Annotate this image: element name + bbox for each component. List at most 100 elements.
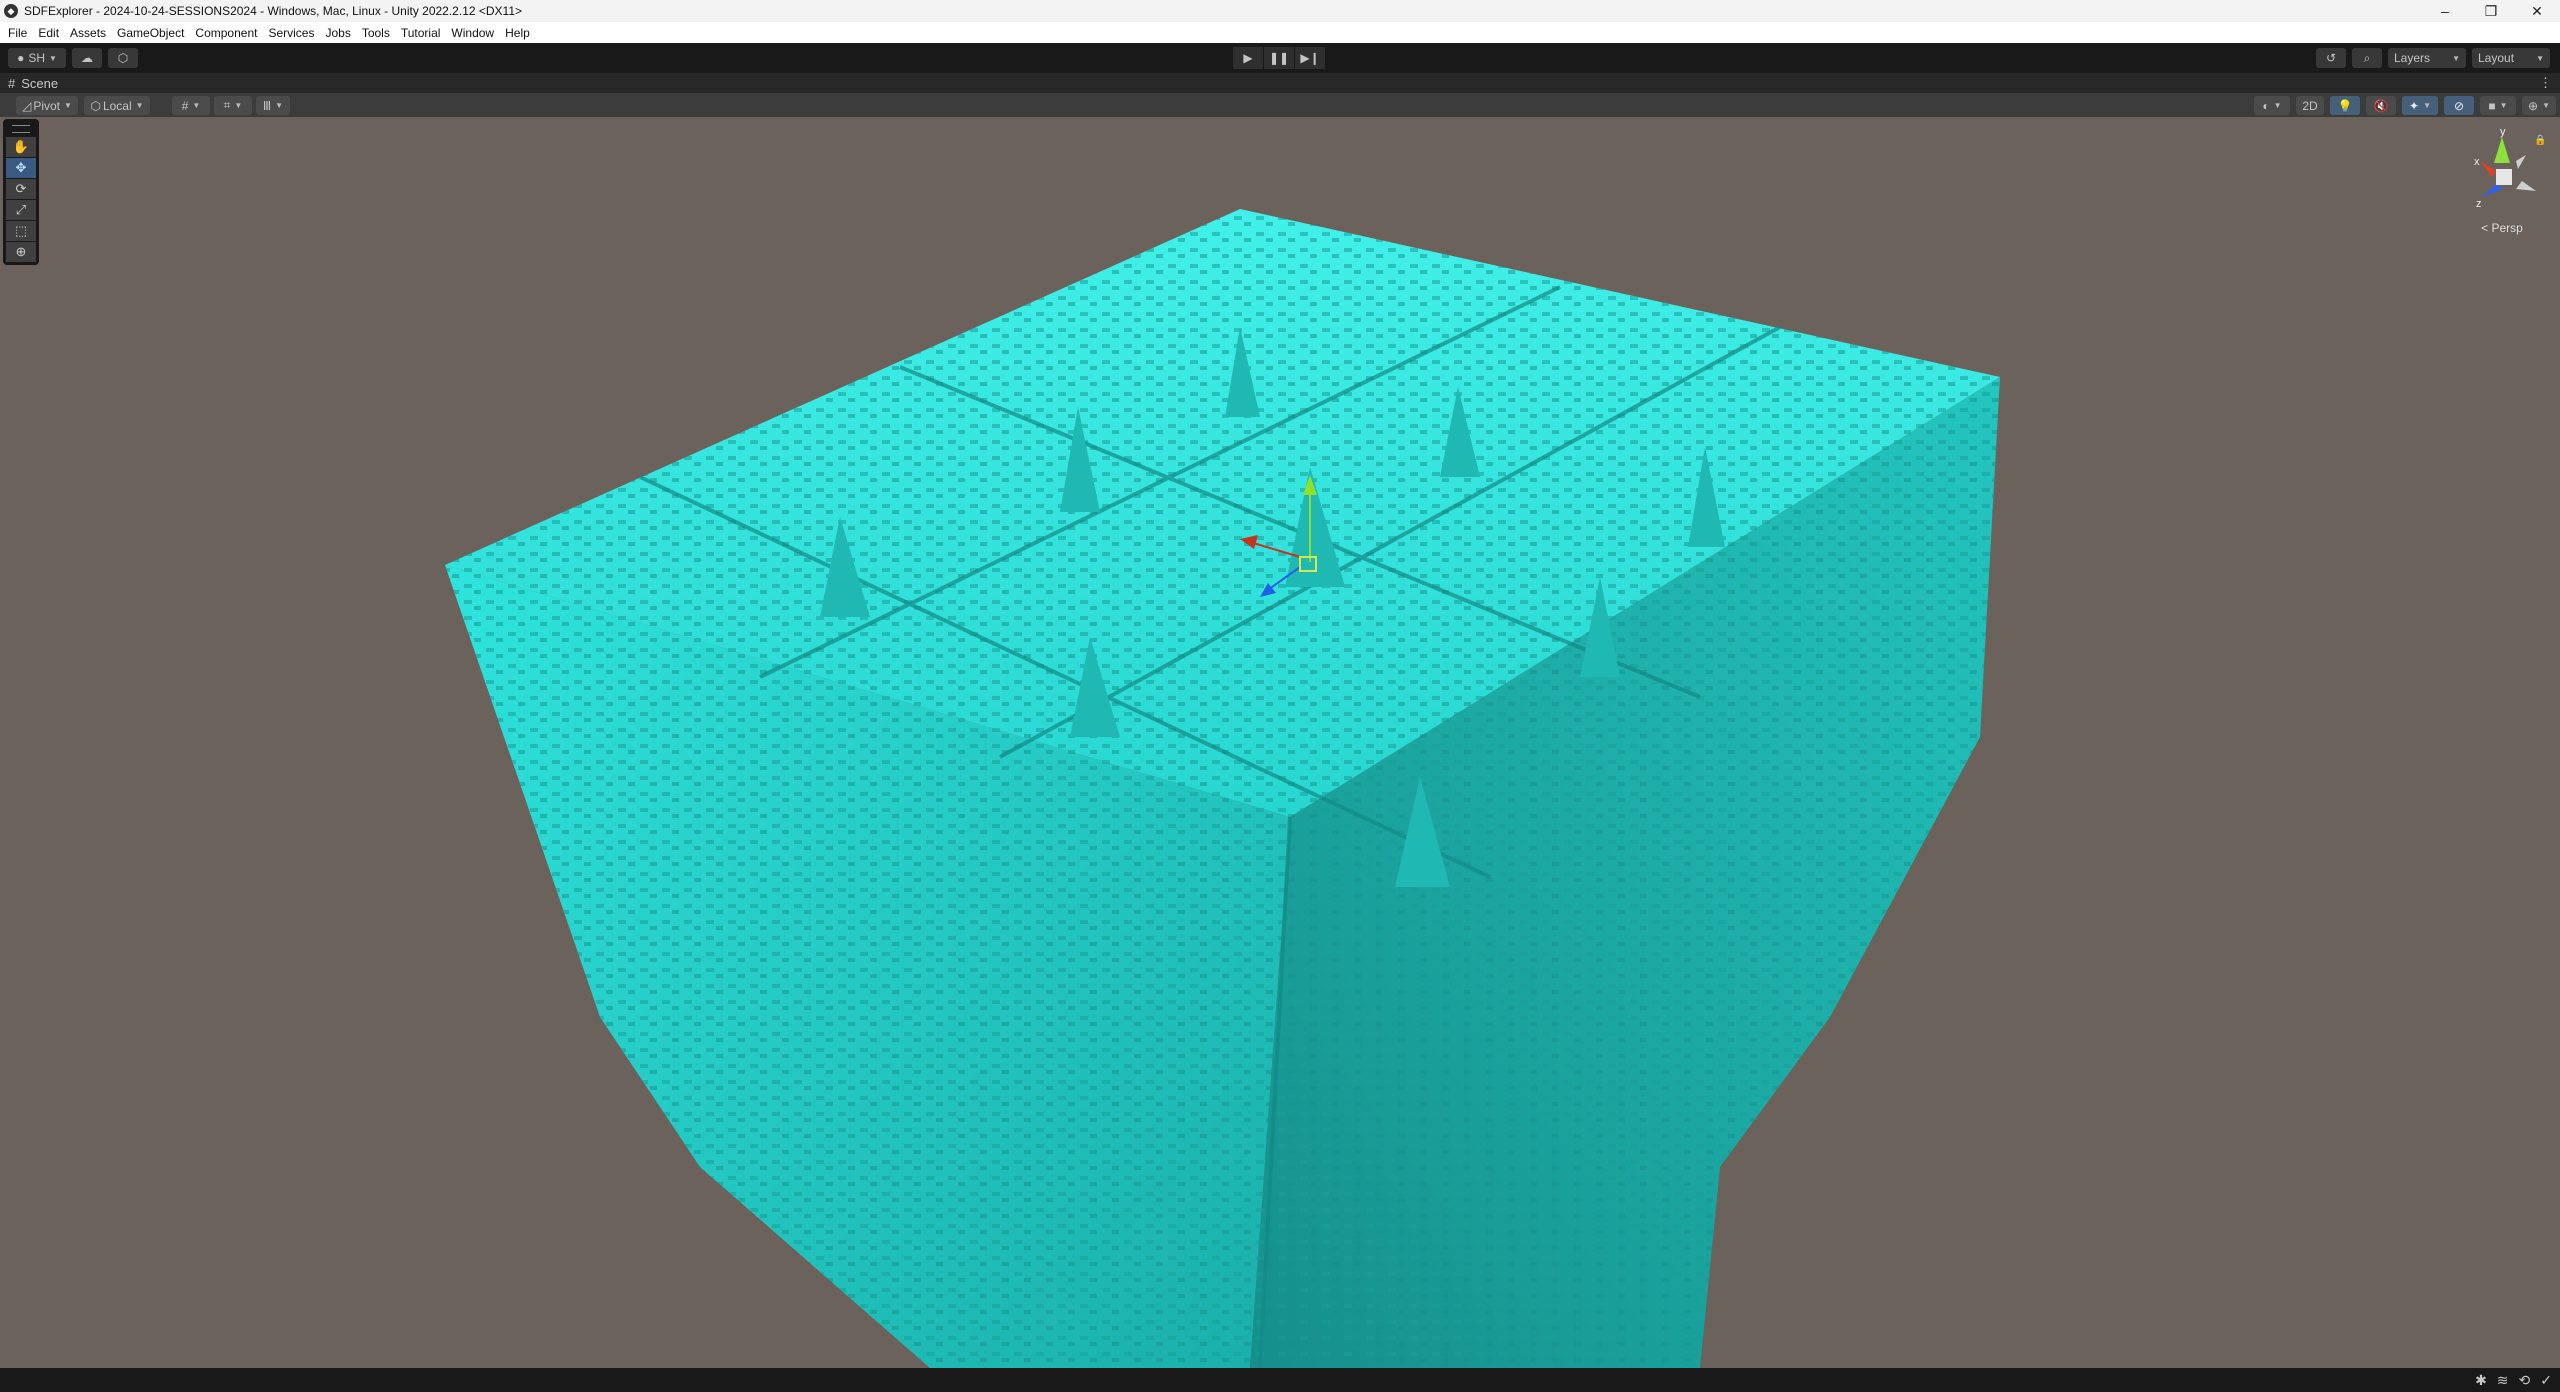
layers-label: Layers bbox=[2394, 51, 2431, 65]
gizmo-z-label: z bbox=[2476, 198, 2482, 210]
scale-icon: ⤢ bbox=[15, 202, 27, 217]
pivot-dropdown[interactable]: ◿ Pivot ▼ bbox=[16, 96, 78, 115]
draw-mode-dropdown[interactable]: ◐ ▼ bbox=[2254, 96, 2290, 115]
scene-viewport[interactable] bbox=[0, 117, 2560, 1368]
projection-toggle[interactable]: < Persp bbox=[2452, 221, 2552, 235]
scene-tab[interactable]: # Scene ⋮ bbox=[0, 73, 2560, 93]
gizmo-neg-z-cone[interactable] bbox=[2516, 155, 2526, 169]
move-icon: ✥ bbox=[15, 160, 27, 175]
menu-assets[interactable]: Assets bbox=[66, 26, 113, 40]
menu-tutorial[interactable]: Tutorial bbox=[397, 26, 448, 40]
gizmo-y-cone[interactable] bbox=[2494, 137, 2510, 163]
chevron-down-icon: ▼ bbox=[2273, 101, 2282, 110]
search-button[interactable]: ⌕ bbox=[2352, 48, 2382, 68]
chevron-down-icon: ▼ bbox=[2536, 53, 2544, 63]
effects-icon: ✦ bbox=[2409, 98, 2420, 113]
play-icon: ▶ bbox=[1243, 51, 1253, 65]
rotate-tool[interactable]: ⟳ bbox=[6, 179, 36, 199]
gizmo-y-label: y bbox=[2500, 126, 2506, 138]
search-icon: ⌕ bbox=[2363, 50, 2371, 65]
step-icon: ▶❙ bbox=[1300, 51, 1320, 65]
gizmo-x-cone[interactable] bbox=[2480, 161, 2496, 177]
local-cube-icon: ⬡ bbox=[90, 98, 101, 113]
hand-icon: ✋ bbox=[12, 139, 30, 154]
tools-overlay: ✋ ✥ ⟳ ⤢ ⬚ ⊕ bbox=[3, 119, 39, 265]
title-bar: ◆ SDFExplorer - 2024-10-24-SESSIONS2024 … bbox=[0, 0, 2560, 22]
window-title: SDFExplorer - 2024-10-24-SESSIONS2024 - … bbox=[24, 4, 523, 18]
step-button[interactable]: ▶❙ bbox=[1295, 47, 1325, 69]
grid-snap-icon: ⌗ bbox=[223, 98, 231, 112]
effects-dropdown[interactable]: ✦ ▼ bbox=[2402, 96, 2438, 115]
layout-dropdown[interactable]: Layout ▼ bbox=[2472, 48, 2550, 68]
hidden-objects-toggle[interactable]: ⊘ bbox=[2444, 96, 2474, 115]
chevron-down-icon: ▼ bbox=[2423, 101, 2431, 110]
gizmos-dropdown[interactable]: ⊕ ▼ bbox=[2522, 96, 2556, 115]
chevron-down-icon: ▼ bbox=[2499, 101, 2508, 110]
lock-icon[interactable]: 🔒 bbox=[2534, 134, 2546, 146]
pause-button[interactable]: ❚❚ bbox=[1264, 47, 1294, 69]
increment-snap-dropdown[interactable]: Ⅲ ▼ bbox=[256, 96, 290, 115]
menu-component[interactable]: Component bbox=[191, 26, 264, 40]
lighting-toggle[interactable]: 💡 bbox=[2330, 96, 2360, 115]
scale-tool[interactable]: ⤢ bbox=[6, 200, 36, 220]
camera-icon: ■ bbox=[2488, 98, 2496, 113]
menu-gameobject[interactable]: GameObject bbox=[113, 26, 191, 40]
scene-orientation-gizmo[interactable]: y x z 🔒 < Persp bbox=[2452, 125, 2552, 235]
menu-file[interactable]: File bbox=[4, 26, 34, 40]
2d-label: 2D bbox=[2302, 98, 2318, 113]
gizmo-center-cube[interactable] bbox=[2496, 169, 2512, 185]
account-dropdown[interactable]: ● SH ▼ bbox=[8, 48, 66, 68]
chevron-down-icon: ▼ bbox=[49, 53, 57, 63]
toggle-2d-button[interactable]: 2D bbox=[2296, 96, 2324, 115]
minimize-button[interactable]: – bbox=[2422, 0, 2468, 22]
audio-toggle[interactable]: 🔇 bbox=[2366, 96, 2396, 115]
grid-hash-icon: # bbox=[8, 75, 16, 91]
grid-visibility-dropdown[interactable]: # ▼ bbox=[172, 96, 210, 115]
scene-toolbar bbox=[0, 93, 2560, 117]
gizmo-neg-x-cone[interactable] bbox=[2516, 181, 2536, 191]
play-button[interactable]: ▶ bbox=[1233, 47, 1263, 69]
gizmos-icon: ⊕ bbox=[2528, 98, 2539, 113]
close-button[interactable]: ✕ bbox=[2514, 0, 2560, 22]
sdf-fractal-render bbox=[445, 209, 2000, 1368]
pivot-icon: ◿ bbox=[22, 98, 32, 113]
rect-tool[interactable]: ⬚ bbox=[6, 221, 36, 241]
audio-mute-icon: 🔇 bbox=[2373, 98, 2389, 113]
history-icon: ↺ bbox=[2325, 51, 2337, 65]
account-icon: ● bbox=[17, 51, 25, 65]
grid-snapping-dropdown[interactable]: ⌗ ▼ bbox=[214, 96, 252, 115]
menu-window[interactable]: Window bbox=[447, 26, 501, 40]
menu-services[interactable]: Services bbox=[264, 26, 321, 40]
gizmo-z-cone[interactable] bbox=[2482, 183, 2502, 197]
undo-history-button[interactable]: ↺ bbox=[2316, 48, 2346, 68]
check-icon[interactable]: ✓ bbox=[2540, 1372, 2552, 1389]
more-options-icon[interactable]: ⋮ bbox=[2539, 75, 2552, 91]
persp-arrow-icon: < bbox=[2481, 221, 2489, 235]
transform-icon: ⊕ bbox=[15, 244, 27, 259]
maximize-button[interactable]: ❐ bbox=[2468, 0, 2514, 22]
rotate-icon: ⟳ bbox=[15, 181, 27, 196]
play-controls: ▶ ❚❚ ▶❙ bbox=[1233, 47, 1325, 69]
menu-bar: File Edit Assets GameObject Component Se… bbox=[0, 22, 2560, 43]
chevron-down-icon: ▼ bbox=[64, 101, 72, 110]
gizmo-x-label: x bbox=[2474, 156, 2480, 168]
sync-icon[interactable]: ⟲ bbox=[2519, 1372, 2531, 1389]
camera-dropdown[interactable]: ■ ▼ bbox=[2480, 96, 2516, 115]
menu-help[interactable]: Help bbox=[501, 26, 537, 40]
layers-dropdown[interactable]: Layers ▼ bbox=[2388, 48, 2466, 68]
debug-icon[interactable]: ✱ bbox=[2475, 1372, 2487, 1389]
collab-button[interactable]: ⬡ bbox=[108, 48, 138, 68]
cloud-button[interactable]: ☁ bbox=[72, 48, 102, 68]
pivot-label: Pivot bbox=[33, 98, 60, 113]
menu-jobs[interactable]: Jobs bbox=[321, 26, 357, 40]
lightbulb-icon: 💡 bbox=[2337, 98, 2353, 113]
drag-handle[interactable] bbox=[12, 125, 30, 133]
menu-edit[interactable]: Edit bbox=[34, 26, 66, 40]
hand-tool[interactable]: ✋ bbox=[6, 137, 36, 157]
local-dropdown[interactable]: ⬡ Local ▼ bbox=[84, 96, 150, 115]
pause-icon: ❚❚ bbox=[1268, 51, 1290, 65]
menu-tools[interactable]: Tools bbox=[358, 26, 397, 40]
move-tool[interactable]: ✥ bbox=[6, 158, 36, 178]
cache-icon[interactable]: ≋ bbox=[2497, 1372, 2509, 1389]
transform-tool[interactable]: ⊕ bbox=[6, 242, 36, 262]
